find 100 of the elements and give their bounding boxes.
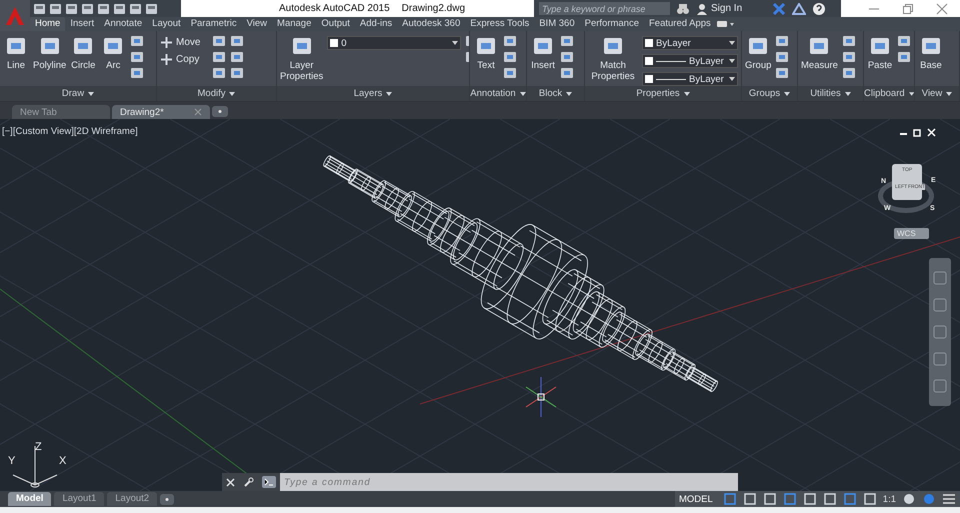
sign-in-button[interactable]: Sign In [696,2,766,14]
tool-icon[interactable] [130,50,144,64]
ribbon-tool-button[interactable]: Layer Properties [280,34,324,82]
tool-icon[interactable] [503,50,517,64]
tool-icon[interactable] [212,34,226,48]
property-dropdown[interactable]: ByLayer [642,54,738,68]
quick-access-icon[interactable] [49,2,62,14]
search-field[interactable]: Type a keyword or phrase [539,2,670,15]
ribbon-tool-button[interactable]: Copy [160,53,208,66]
panel-title[interactable]: Utilities [798,86,863,101]
document-tab[interactable]: Drawing2* [112,105,210,119]
ribbon-tab[interactable]: Add-ins [354,17,398,31]
ribbon-tab[interactable]: Express Tools [465,17,534,31]
panel-title[interactable]: Groups [742,86,797,101]
restore-icon[interactable] [913,128,922,137]
property-dropdown[interactable]: ByLayer [642,72,738,86]
tool-icon[interactable] [842,50,856,64]
tool-icon[interactable] [842,66,856,80]
quick-access-icon[interactable] [97,2,110,14]
tool-icon[interactable] [503,66,517,80]
workspace-toggle-icon[interactable] [716,19,736,29]
quick-access-icon[interactable] [113,2,126,14]
ribbon-tool-button[interactable]: Match Properties [588,34,638,82]
ribbon-tool-button[interactable]: Text [473,34,499,71]
tool-icon[interactable] [775,34,790,48]
tool-icon[interactable] [230,50,244,64]
axis-label: X [59,455,66,467]
property-dropdown[interactable]: ByLayer [642,36,738,50]
tool-icon[interactable] [560,66,574,80]
ribbon-tool-button[interactable]: Arc [100,34,126,71]
file-name: Drawing2.dwg [402,3,466,14]
ribbon-tool-button[interactable]: Circle [70,34,96,71]
quick-access-icon[interactable] [65,2,78,14]
help-icon[interactable] [812,2,826,16]
tool-icon[interactable] [842,34,856,48]
panel-title[interactable]: Modify [157,86,276,101]
tool-icon[interactable] [212,50,226,64]
ribbon-tab[interactable]: Manage [272,17,316,31]
viewport-controls-label[interactable]: [−][Custom View][2D Wireframe] [2,126,138,137]
ribbon-tab[interactable]: Annotate [99,17,148,31]
panel-title[interactable]: Clipboard [864,86,914,101]
tool-icon[interactable] [775,66,790,80]
tool-icon[interactable] [560,50,574,64]
ribbon-tab[interactable]: Layout [147,17,186,31]
panel-title[interactable]: Annotation [470,86,526,101]
caret-icon [784,92,790,96]
panel-title[interactable]: Block [527,86,584,101]
tool-icon[interactable] [212,66,226,80]
ribbon-tab[interactable]: BIM 360 [534,17,580,31]
axis-label: Y [8,455,16,467]
annotation-scale-button[interactable]: 1:1 [882,494,896,504]
panel-title[interactable]: Properties [585,86,741,101]
quick-access-icon[interactable] [145,2,158,14]
quick-access-icon[interactable] [81,2,94,14]
ribbon-tool-button[interactable]: Measure [801,34,838,71]
tool-icon[interactable] [560,34,574,48]
tool-icon[interactable] [897,34,911,48]
ribbon-tab[interactable]: Parametric [186,17,242,31]
binoculars-icon[interactable] [676,2,690,14]
model-space-button[interactable]: MODEL [678,494,717,504]
ribbon-tab[interactable]: Featured Apps [644,17,716,31]
panel-title[interactable]: Layers [277,86,469,101]
ribbon-tool-button[interactable]: Move [160,36,208,49]
tool-icon[interactable] [775,50,790,64]
add-layout-icon[interactable] [160,494,174,504]
tool-icon[interactable] [503,34,517,48]
move-arrows-icon [160,36,173,49]
quick-access-icon[interactable] [33,2,46,14]
ribbon-tool-button[interactable]: Insert [530,34,556,71]
quick-access-icon[interactable] [129,2,142,14]
a-logo-icon [4,6,26,26]
panel-title[interactable]: View [915,86,959,101]
wrench-icon[interactable] [243,476,254,488]
command-prompt-icon[interactable] [262,476,276,488]
ribbon-tool-button[interactable]: Polyline [33,34,66,71]
menu-icon[interactable] [942,492,956,506]
caret-icon [88,92,94,96]
tool-icon[interactable] [230,34,244,48]
layout-tab[interactable]: Layout2 [107,492,158,506]
panel-title[interactable]: Draw [0,86,156,101]
ribbon-tab[interactable]: Home [30,17,66,31]
caret-icon [520,92,526,96]
ribbon-tool-button[interactable]: Line [3,34,29,71]
layout-tab[interactable]: Layout1 [54,492,104,506]
command-line-field[interactable]: Type a command [280,473,738,491]
ribbon-tool-button[interactable]: Paste [867,34,893,71]
tool-icon[interactable] [130,34,144,48]
ribbon-tool-button[interactable]: Group [745,34,772,71]
ribbon-tab[interactable]: Autodesk 360 [397,17,466,31]
new-tab-icon[interactable] [212,106,228,117]
tool-icon[interactable] [897,50,911,64]
caret-icon [386,92,392,96]
ribbon-tab[interactable]: Performance [580,17,644,31]
tool-icon[interactable] [230,66,244,80]
property-dropdown[interactable]: 0 [327,36,462,50]
ribbon-tab[interactable]: Insert [65,17,100,31]
ribbon-tab[interactable]: View [242,17,272,31]
ribbon-tool-button[interactable]: Base [918,34,944,71]
ribbon-tab[interactable]: Output [316,17,355,31]
tool-icon[interactable] [130,66,144,80]
